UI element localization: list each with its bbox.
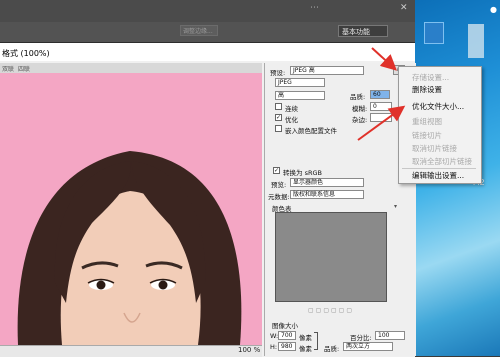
arrow-to-menu-icon — [371, 47, 397, 71]
annotation-arrows — [357, 47, 406, 141]
arrow-to-optimize-item — [357, 105, 406, 141]
